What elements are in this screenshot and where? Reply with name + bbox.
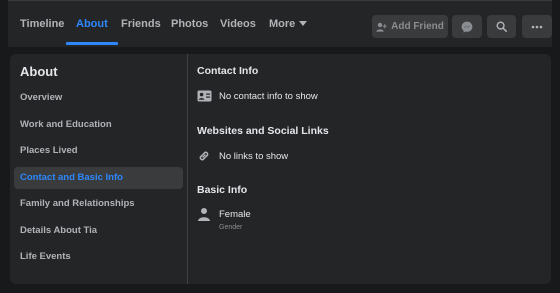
caret-down-icon — [299, 21, 308, 26]
add-friend-label: Add Friend — [391, 21, 444, 32]
tab-more-label: More — [269, 18, 296, 30]
sidebar-item-overview[interactable]: Overview — [14, 87, 183, 109]
sidebar-item-family-and-relationships[interactable]: Family and Relationships — [14, 193, 183, 215]
about-title: About — [20, 64, 58, 79]
tab-more[interactable]: More — [269, 1, 308, 47]
contact-info-empty: No contact info to show — [219, 91, 318, 102]
tab-photos[interactable]: Photos — [171, 1, 208, 47]
search-button[interactable] — [487, 15, 516, 38]
messenger-button[interactable] — [452, 15, 482, 38]
sidebar-item-life-events[interactable]: Life Events — [14, 246, 183, 268]
ellipsis-icon — [531, 25, 543, 28]
more-options-button[interactable] — [522, 15, 552, 38]
add-friend-icon — [376, 22, 387, 32]
sidebar-item-contact-and-basic-info[interactable]: Contact and Basic Info — [14, 167, 183, 189]
tab-about[interactable]: About — [66, 1, 118, 47]
profile-nav-bar: Timeline About Friends Photos Videos Mor… — [8, 0, 552, 47]
messenger-icon — [461, 21, 473, 33]
tab-videos[interactable]: Videos — [220, 1, 256, 47]
about-panel: About Overview Work and Education Places… — [10, 54, 551, 284]
sidebar-item-details-about[interactable]: Details About Tia — [14, 220, 183, 242]
contact-card-icon — [197, 90, 212, 102]
websites-empty: No links to show — [219, 151, 289, 162]
sidebar-item-work-and-education[interactable]: Work and Education — [14, 114, 183, 136]
sidebar-item-places-lived[interactable]: Places Lived — [14, 140, 183, 162]
tab-timeline[interactable]: Timeline — [20, 1, 64, 47]
websites-heading: Websites and Social Links — [197, 125, 329, 137]
about-sidebar: About Overview Work and Education Places… — [10, 54, 188, 284]
contact-info-heading: Contact Info — [197, 65, 259, 77]
basic-info-heading: Basic Info — [197, 184, 248, 196]
gender-value: Female — [219, 209, 251, 220]
tab-friends[interactable]: Friends — [121, 1, 161, 47]
gender-label: Gender — [219, 224, 243, 231]
person-icon — [198, 208, 210, 221]
search-icon — [496, 21, 507, 32]
link-icon — [199, 151, 209, 161]
add-friend-button[interactable]: Add Friend — [372, 15, 448, 38]
